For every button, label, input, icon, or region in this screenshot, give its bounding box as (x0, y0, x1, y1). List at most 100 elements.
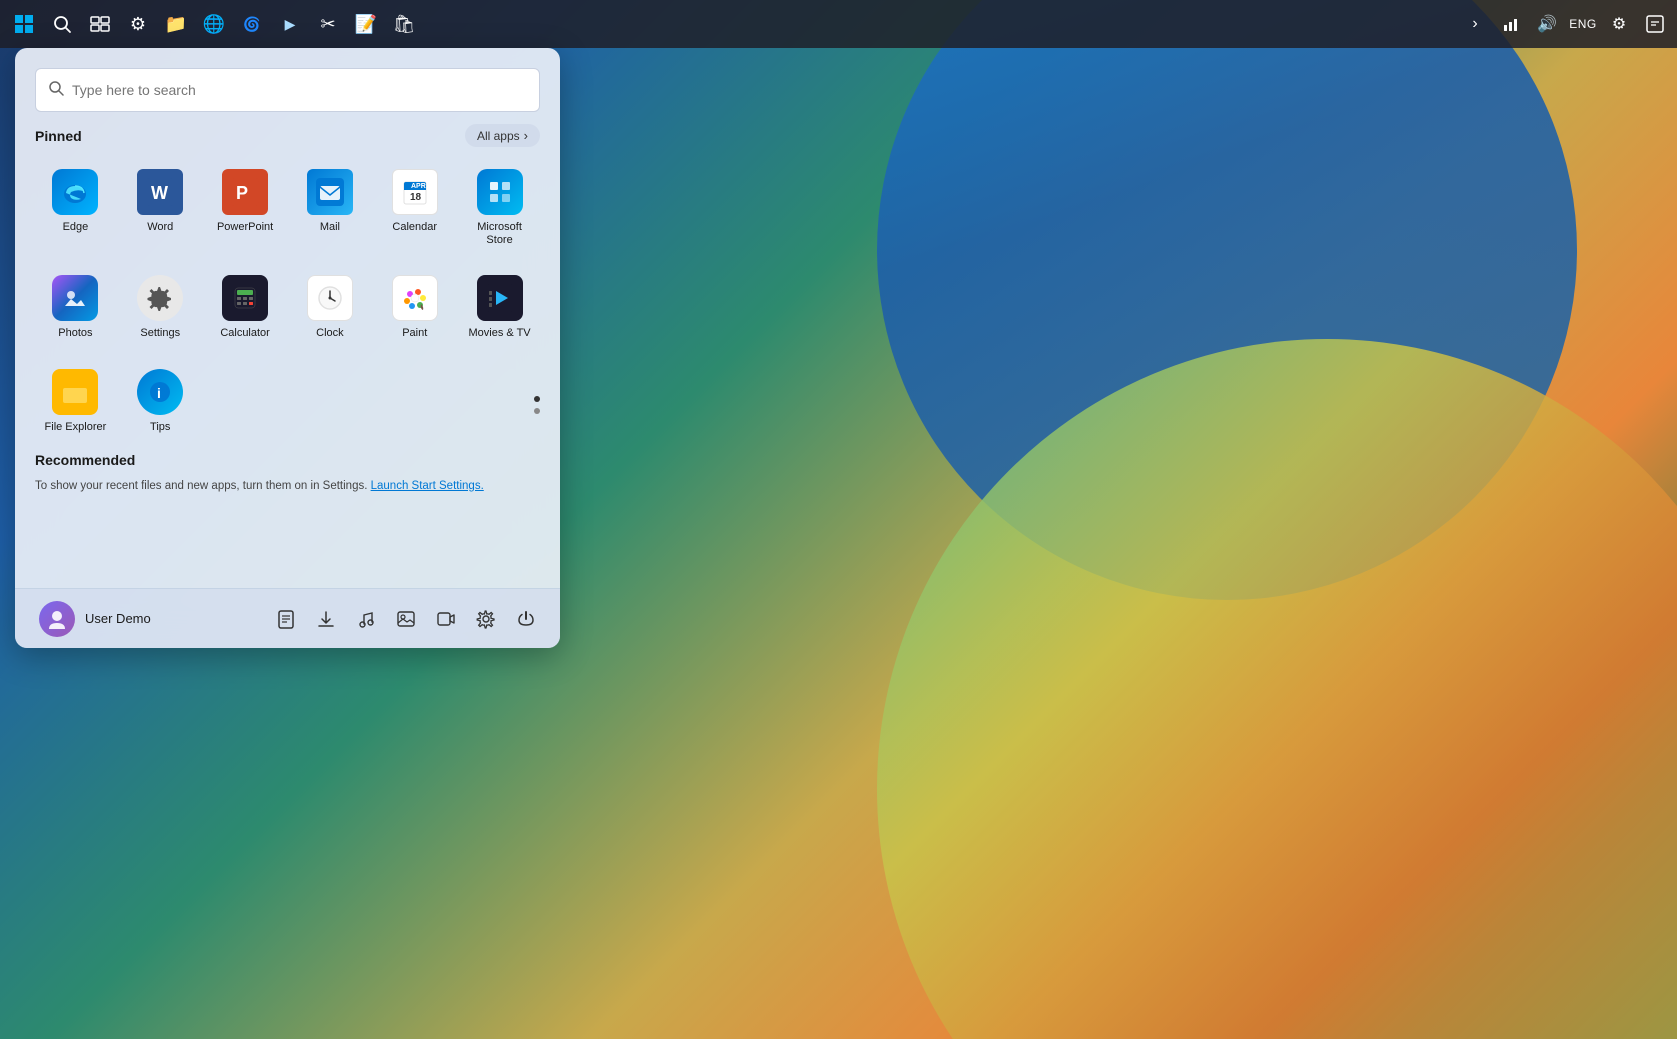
terminal-taskbar-icon[interactable]: ▶ (274, 8, 306, 40)
pictures-button[interactable] (388, 601, 424, 637)
word-icon: W (137, 169, 183, 215)
app-settings[interactable]: Settings (120, 265, 201, 350)
app-paint[interactable]: Paint (374, 265, 455, 350)
app-powerpoint[interactable]: P PowerPoint (205, 159, 286, 257)
movies-icon (477, 275, 523, 321)
calendar-label: Calendar (392, 221, 437, 234)
paint-label: Paint (402, 327, 427, 340)
section-header-pinned: Pinned All apps › (35, 124, 540, 147)
svg-text:P: P (236, 183, 248, 203)
search-bar-container (15, 48, 560, 124)
powerpoint-icon: P (222, 169, 268, 215)
edge-label: Edge (63, 221, 89, 234)
power-button[interactable] (508, 601, 544, 637)
search-taskbar-icon[interactable] (46, 8, 78, 40)
file-explorer-taskbar-icon[interactable]: 📁 (160, 8, 192, 40)
word-label: Word (147, 221, 173, 234)
windows-start-icon[interactable] (8, 8, 40, 40)
app-edge[interactable]: Edge (35, 159, 116, 257)
clock-label: Clock (316, 327, 344, 340)
videos-button[interactable] (428, 601, 464, 637)
user-info[interactable]: User Demo (31, 595, 159, 643)
quick-settings-icon[interactable]: ⚙ (1605, 10, 1633, 38)
pagination-dot-1[interactable] (534, 396, 540, 402)
microsoft-store-icon (477, 169, 523, 215)
section-header-recommended: Recommended (35, 452, 540, 468)
search-input[interactable] (72, 82, 527, 98)
microsoft-store-label: Microsoft Store (465, 221, 534, 247)
settings-bottom-button[interactable] (468, 601, 504, 637)
app-calendar[interactable]: APR 18 Calendar (374, 159, 455, 257)
start-menu-bottom: User Demo (15, 588, 560, 648)
taskbar: ⚙ 📁 🌐 🌀 ▶ ✂ 📝 🛍 › 🔊 ENG ⚙ (0, 0, 1677, 48)
start-menu: Pinned All apps › Edge (15, 48, 560, 648)
app-grid-row2: Photos Settings (35, 265, 540, 350)
edge-taskbar-icon[interactable]: 🌐 (198, 8, 230, 40)
mail-label: Mail (320, 221, 340, 234)
settings-label: Settings (140, 327, 180, 340)
language-label[interactable]: ENG (1569, 10, 1597, 38)
search-icon (48, 80, 64, 101)
all-apps-button[interactable]: All apps › (465, 124, 540, 147)
app-movies[interactable]: Movies & TV (459, 265, 540, 350)
search-bar[interactable] (35, 68, 540, 112)
app-microsoft-store[interactable]: Microsoft Store (459, 159, 540, 257)
downloads-button[interactable] (308, 601, 344, 637)
settings-icon (137, 275, 183, 321)
pagination-dots (534, 396, 540, 414)
app-file-explorer[interactable]: File Explorer (35, 359, 116, 444)
chevron-icon[interactable]: › (1461, 10, 1489, 38)
calculator-label: Calculator (220, 327, 270, 340)
app-photos[interactable]: Photos (35, 265, 116, 350)
edge-icon (52, 169, 98, 215)
tips-icon: i (137, 369, 183, 415)
app-mail[interactable]: Mail (290, 159, 371, 257)
file-explorer-icon (52, 369, 98, 415)
svg-text:W: W (151, 183, 168, 203)
clock-icon (307, 275, 353, 321)
start-menu-spacer (15, 504, 560, 588)
task-view-icon[interactable] (84, 8, 116, 40)
svg-text:i: i (157, 385, 161, 401)
store-taskbar-icon[interactable]: 🛍 (388, 8, 420, 40)
user-name: User Demo (85, 611, 151, 626)
photos-icon (52, 275, 98, 321)
launch-settings-link[interactable]: Launch Start Settings. (371, 480, 484, 492)
app-grid-row3: File Explorer i Tips (35, 359, 540, 444)
svg-text:18: 18 (410, 192, 422, 203)
recommended-section: Recommended To show your recent files an… (15, 452, 560, 504)
svg-text:APR: APR (411, 183, 426, 190)
calculator-icon (222, 275, 268, 321)
settings-taskbar-icon[interactable]: ⚙ (122, 8, 154, 40)
app-word[interactable]: W Word (120, 159, 201, 257)
pagination-dot-2[interactable] (534, 408, 540, 414)
taskbar-right: › 🔊 ENG ⚙ (1461, 10, 1669, 38)
documents-button[interactable] (268, 601, 304, 637)
recommended-description: To show your recent files and new apps, … (35, 480, 540, 492)
user-avatar (39, 601, 75, 637)
movies-label: Movies & TV (469, 327, 531, 340)
edge-dev-taskbar-icon[interactable]: 🌀 (236, 8, 268, 40)
photos-label: Photos (58, 327, 92, 340)
network-icon[interactable] (1497, 10, 1525, 38)
powerpoint-label: PowerPoint (217, 221, 273, 234)
bottom-actions (268, 601, 544, 637)
mail-icon (307, 169, 353, 215)
calendar-icon: APR 18 (392, 169, 438, 215)
all-apps-chevron-icon: › (524, 128, 528, 143)
app-grid-row1: Edge W Word P PowerPoint (35, 159, 540, 257)
snip-taskbar-icon[interactable]: ✂ (312, 8, 344, 40)
tips-label: Tips (150, 421, 170, 434)
volume-icon[interactable]: 🔊 (1533, 10, 1561, 38)
pinned-section: Pinned All apps › Edge (15, 124, 560, 452)
app-calculator[interactable]: Calculator (205, 265, 286, 350)
music-button[interactable] (348, 601, 384, 637)
file-explorer-label: File Explorer (45, 421, 107, 434)
notification-icon[interactable] (1641, 10, 1669, 38)
app-tips[interactable]: i Tips (120, 359, 201, 444)
recommended-title: Recommended (35, 452, 135, 468)
app-clock[interactable]: Clock (290, 265, 371, 350)
notepad-taskbar-icon[interactable]: 📝 (350, 8, 382, 40)
paint-icon (392, 275, 438, 321)
pinned-title: Pinned (35, 128, 82, 144)
